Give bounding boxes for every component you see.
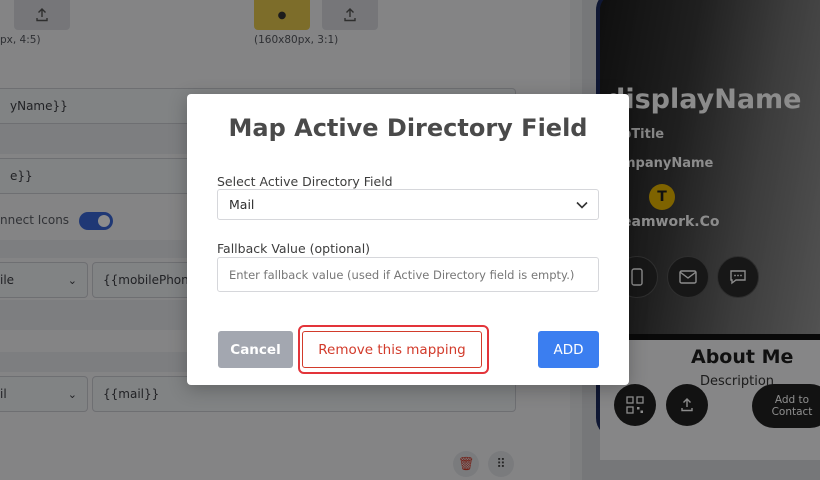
select-field-label: Select Active Directory Field <box>217 174 393 189</box>
fallback-input[interactable] <box>217 257 599 292</box>
add-button[interactable]: ADD <box>538 331 599 368</box>
chevron-down-icon <box>576 201 588 209</box>
cancel-button[interactable]: Cancel <box>218 331 293 368</box>
map-field-dialog: Map Active Directory Field Select Active… <box>187 94 629 385</box>
dialog-title: Map Active Directory Field <box>228 114 588 142</box>
ad-field-select-value: Mail <box>229 197 255 212</box>
ad-field-select[interactable]: Mail <box>217 189 599 220</box>
fallback-label: Fallback Value (optional) <box>217 241 371 256</box>
remove-mapping-button[interactable]: Remove this mapping <box>302 331 482 368</box>
